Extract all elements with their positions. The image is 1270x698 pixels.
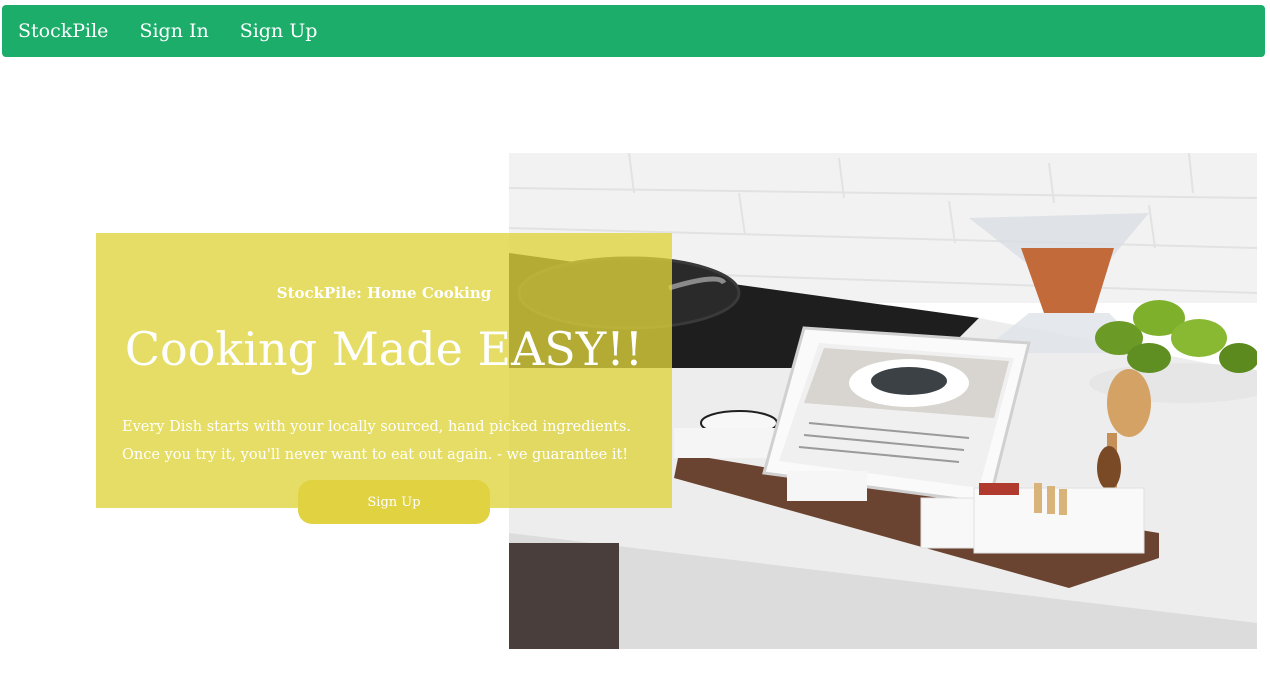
hero-tagline-line-1: Every Dish starts with your locally sour… — [122, 419, 631, 435]
hero-tagline-line-2: Once you try it, you'll never want to ea… — [122, 447, 629, 463]
nav-sign-up-link[interactable]: Sign Up — [240, 20, 318, 42]
hero-eyebrow: StockPile: Home Cooking — [276, 284, 492, 302]
brand-link[interactable]: StockPile — [18, 20, 108, 42]
nav-sign-in-link[interactable]: Sign In — [139, 20, 208, 42]
top-navbar: StockPile Sign In Sign Up — [2, 5, 1265, 57]
hero-card: StockPile: Home Cooking Cooking Made EAS… — [96, 233, 672, 508]
hero-tagline: Every Dish starts with your locally sour… — [122, 413, 667, 469]
hero-sign-up-button[interactable]: Sign Up — [298, 480, 490, 524]
hero-headline: Cooking Made EASY!! — [124, 322, 644, 376]
